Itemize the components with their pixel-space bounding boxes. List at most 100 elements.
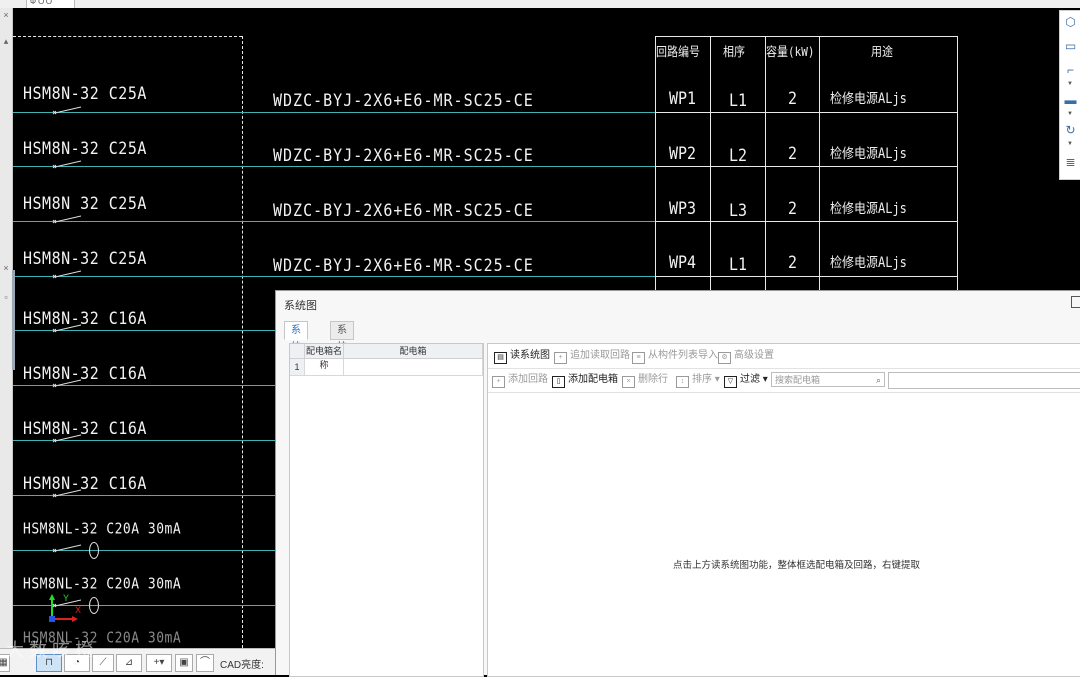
dropdown-arrow-icon[interactable]: ▼	[1066, 111, 1074, 117]
switch-symbol	[52, 215, 82, 224]
table-border	[765, 36, 766, 290]
import-label: 从构件列表导入	[648, 350, 718, 361]
transparency-icon[interactable]: ▣	[175, 654, 193, 672]
circuit-cell: WP3	[669, 198, 697, 219]
view-cube-icon[interactable]: ▭	[1063, 39, 1078, 53]
filter-button[interactable]: ▽ 过滤 ▾	[724, 373, 768, 388]
search-results-box[interactable]	[888, 372, 1080, 389]
append-read-circuit-button[interactable]: + 追加读取回路	[554, 349, 630, 364]
advanced-settings-label: 高级设置	[734, 350, 774, 361]
close-icon[interactable]: ×	[1, 263, 11, 273]
circuit-cell: WP1	[669, 88, 697, 109]
breaker-label: HSM8N 32 C25A	[23, 193, 147, 214]
table-border	[655, 112, 958, 113]
use-cell: 检修电源ALjs	[830, 200, 907, 217]
phase-cell: L1	[729, 90, 748, 111]
snap-track-icon[interactable]: ⊿	[116, 654, 142, 672]
circuit-line	[13, 166, 655, 167]
cad-brightness-label: CAD亮度:	[220, 660, 264, 671]
switch-symbol	[52, 379, 82, 388]
table-header: 容量(kW)	[766, 44, 815, 60]
close-icon[interactable]: ×	[1, 10, 11, 20]
table-border	[655, 36, 958, 37]
filter-label: 过滤	[740, 374, 760, 385]
import-from-component-list-button[interactable]: ≡ 从构件列表导入	[632, 349, 718, 364]
toolbar-row-1: ▤ 读系统图 + 追加读取回路 ≡ 从构件列表导入 ⚙ 高级设置	[488, 344, 1080, 369]
toolbar-row-2: + 添加回路 ▯ 添加配电箱 × 删除行 ↕ 排序 ▾ ▽ 过滤 ▾ 搜索配电箱 ⌕	[488, 368, 1080, 393]
delete-row-button[interactable]: × 删除行	[622, 373, 668, 388]
use-cell: 检修电源ALjs	[830, 254, 907, 271]
distribution-box-grid[interactable]: 配电箱名称 配电箱 1	[289, 343, 484, 677]
grid-corner	[290, 344, 305, 359]
table-border	[655, 36, 656, 290]
circuit-line	[13, 221, 655, 222]
breaker-label: HSM8N-32 C25A	[23, 138, 147, 159]
selection-cycling-icon[interactable]: ⌒	[196, 654, 214, 672]
read-system-diagram-label: 读系统图	[510, 350, 550, 361]
append-read-circuit-label: 追加读取回路	[570, 350, 630, 361]
breaker-label: HSM8NL-32 C20A 30mA	[23, 576, 182, 594]
grid-header-box[interactable]: 配电箱	[344, 344, 483, 359]
view-toolbar[interactable]: ⬡ ▭ ⌐ ▼ ▬ ▼ ↻ ▼ ≣	[1059, 10, 1080, 180]
switch-symbol	[52, 270, 82, 279]
navigation-wheel-icon[interactable]: ⬡	[1063, 15, 1078, 29]
rcd-symbol	[89, 597, 99, 614]
zoom-window-icon[interactable]: ▬	[1063, 93, 1078, 107]
panel-boundary-top	[13, 36, 242, 37]
power-cell: 2	[788, 143, 798, 164]
lineweight-icon[interactable]: +▾	[146, 654, 172, 672]
circuit-line	[13, 112, 655, 113]
switch-symbol	[52, 434, 82, 443]
phase-cell: L1	[729, 254, 748, 275]
system-table-pane[interactable]: ▤ 读系统图 + 追加读取回路 ≡ 从构件列表导入 ⚙ 高级设置 + 添加回路 ▯ 添加配电…	[487, 343, 1080, 677]
tab-system-table[interactable]: 系统表	[284, 321, 308, 370]
row-number: 1	[290, 359, 305, 376]
system-diagram-dialog[interactable]: 系统图 系统表 系统树 配电箱名称 配电箱 1 ▤读系统图 +追加读取回路 ≡从…	[275, 290, 1080, 677]
add-distribution-box-button[interactable]: ▯ 添加配电箱	[552, 373, 618, 388]
pan-icon[interactable]: ⌐	[1063, 63, 1078, 77]
add-circuit-button[interactable]: + 添加回路	[492, 373, 548, 388]
dropdown-arrow-icon[interactable]: ▼	[1066, 81, 1074, 87]
rcd-symbol	[89, 542, 99, 559]
power-cell: 2	[788, 252, 798, 273]
grid-cell[interactable]	[305, 359, 344, 376]
grid-header-box-name[interactable]: 配电箱名称	[305, 344, 344, 370]
switch-symbol	[52, 489, 82, 498]
power-cell: 2	[788, 198, 798, 219]
search-icon[interactable]: ⌕	[876, 373, 881, 388]
use-cell: 检修电源ALjs	[830, 90, 907, 107]
search-input[interactable]: 搜索配电箱 ⌕	[771, 372, 885, 387]
use-cell: 检修电源ALjs	[830, 145, 907, 162]
cable-label: WDZC-BYJ-2X6+E6-MR-SC25-CE	[273, 200, 534, 221]
phase-cell: L2	[729, 145, 748, 166]
grid-cell[interactable]	[344, 359, 483, 376]
tab-system-tree[interactable]: 系统树	[330, 321, 354, 370]
table-header: 用途	[871, 44, 893, 60]
maximize-icon[interactable]	[1071, 296, 1080, 308]
delete-row-label: 删除行	[638, 374, 668, 385]
sort-button[interactable]: ↕ 排序 ▾	[676, 373, 720, 388]
breaker-label: HSM8N-32 C25A	[23, 83, 147, 104]
advanced-settings-button[interactable]: ⚙ 高级设置	[718, 349, 774, 364]
show-motion-icon[interactable]: ≣	[1063, 155, 1078, 169]
panel-scroll-handle[interactable]	[12, 270, 15, 370]
switch-symbol	[52, 160, 82, 169]
breaker-label: HSM8NL-32 C20A 30mA	[23, 521, 182, 539]
circuit-line	[13, 276, 655, 277]
object-snap-icon[interactable]: ⟋	[92, 654, 114, 672]
sort-label: 排序	[692, 374, 712, 385]
panel-tab-icon[interactable]: ▫	[1, 292, 11, 302]
dropdown-arrow-icon[interactable]: ▼	[1066, 141, 1074, 147]
orbit-icon[interactable]: ↻	[1063, 123, 1078, 137]
table-border	[655, 166, 958, 167]
read-system-diagram-button[interactable]: ▤ 读系统图	[494, 349, 550, 364]
cable-label: WDZC-BYJ-2X6+E6-MR-SC25-CE	[273, 255, 534, 276]
pin-icon[interactable]: ▴	[1, 36, 11, 46]
empty-state-hint: 点击上方读系统图功能，整体框选配电箱及回路，右键提取	[673, 560, 921, 571]
cable-label: WDZC-BYJ-2X6+E6-MR-SC25-CE	[273, 90, 534, 111]
axis-y-label: Y	[63, 593, 70, 603]
table-border	[957, 36, 958, 290]
table-border	[655, 276, 958, 277]
table-header: 回路编号	[656, 44, 700, 60]
breaker-label: HSM8N-32 C25A	[23, 248, 147, 269]
